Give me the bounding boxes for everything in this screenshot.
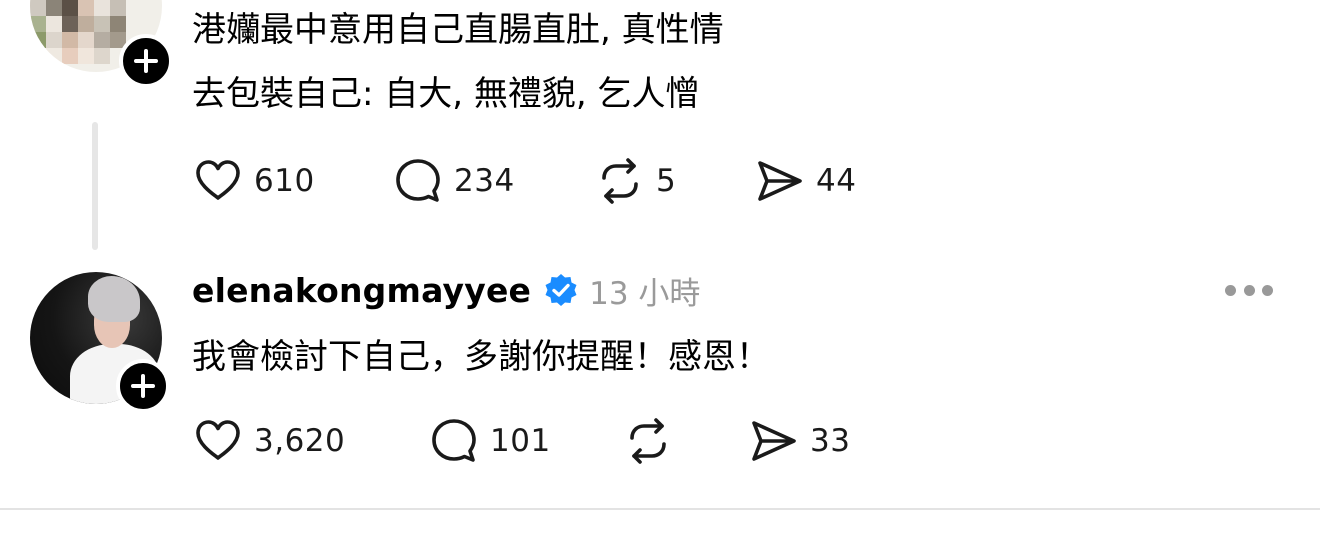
- more-dot: [1262, 284, 1273, 296]
- like-button[interactable]: 3,620: [192, 416, 345, 466]
- avatar-pixel: [30, 0, 46, 16]
- avatar-pixel: [62, 0, 78, 16]
- username[interactable]: elenakongmayyee: [192, 271, 531, 310]
- avatar-pixel: [46, 32, 62, 48]
- avatar-pixel: [62, 48, 78, 64]
- verified-badge-icon: [545, 274, 577, 306]
- like-count: 3,620: [254, 423, 346, 459]
- avatar-pixel: [94, 48, 110, 64]
- avatar-pixel: [94, 16, 110, 32]
- post-text-line: 港孏最中意用自己直腸直肚, 真性情: [192, 10, 724, 50]
- share-button[interactable]: 44: [754, 156, 856, 206]
- reply-text: 我會檢討下自己，多謝你提醒！感恩！: [192, 337, 770, 377]
- send-icon: [752, 421, 796, 461]
- like-count: 610: [254, 163, 315, 199]
- reply-button[interactable]: 234: [392, 156, 515, 206]
- reply-header: elenakongmayyee 13 小時: [192, 268, 700, 312]
- avatar-pixel: [46, 48, 62, 64]
- plus-icon: [131, 374, 155, 398]
- avatar-pixel: [46, 0, 62, 16]
- repost-button[interactable]: 5: [594, 156, 676, 206]
- send-icon: [758, 161, 802, 201]
- timestamp: 13 小時: [589, 275, 701, 312]
- heart-icon: [196, 420, 240, 460]
- avatar-pixel: [94, 32, 110, 48]
- follow-button[interactable]: [119, 34, 173, 88]
- avatar-pixel: [110, 0, 126, 16]
- comment-bubble-icon: [396, 159, 440, 202]
- more-dot: [1225, 284, 1236, 296]
- more-dot: [1243, 284, 1255, 296]
- avatar-pixel: [46, 16, 62, 32]
- avatar-pixel: [62, 32, 78, 48]
- divider: [0, 508, 1320, 510]
- heart-icon: [196, 160, 240, 200]
- thread-line: [92, 122, 98, 250]
- repost-button[interactable]: [622, 416, 684, 466]
- avatar-portrait-hair: [88, 276, 140, 322]
- avatar-pixel: [78, 16, 94, 32]
- avatar-pixel: [78, 0, 94, 16]
- share-count: 33: [810, 423, 851, 459]
- repost-icon: [602, 158, 638, 204]
- avatar-pixel: [78, 32, 94, 48]
- follow-button[interactable]: [116, 359, 170, 413]
- reply-count: 101: [490, 423, 551, 459]
- avatar-pixel: [62, 16, 78, 32]
- reply-count: 234: [454, 163, 515, 199]
- repost-icon: [630, 418, 666, 464]
- like-button[interactable]: 610: [192, 156, 315, 206]
- repost-count: 5: [656, 163, 677, 199]
- more-options-icon[interactable]: [1225, 282, 1273, 298]
- avatar-pixel: [78, 48, 94, 64]
- share-count: 44: [816, 163, 857, 199]
- avatar-pixel: [30, 16, 46, 32]
- reply-button[interactable]: 101: [428, 416, 551, 466]
- avatar-pixel: [110, 16, 126, 32]
- avatar-pixel: [30, 32, 46, 48]
- post-text-line: 去包裝自己: 自大, 無禮貌, 乞人憎: [192, 74, 700, 114]
- share-button[interactable]: 33: [748, 416, 850, 466]
- avatar-pixel: [94, 0, 110, 16]
- plus-icon: [134, 49, 158, 73]
- comment-bubble-icon: [432, 419, 476, 462]
